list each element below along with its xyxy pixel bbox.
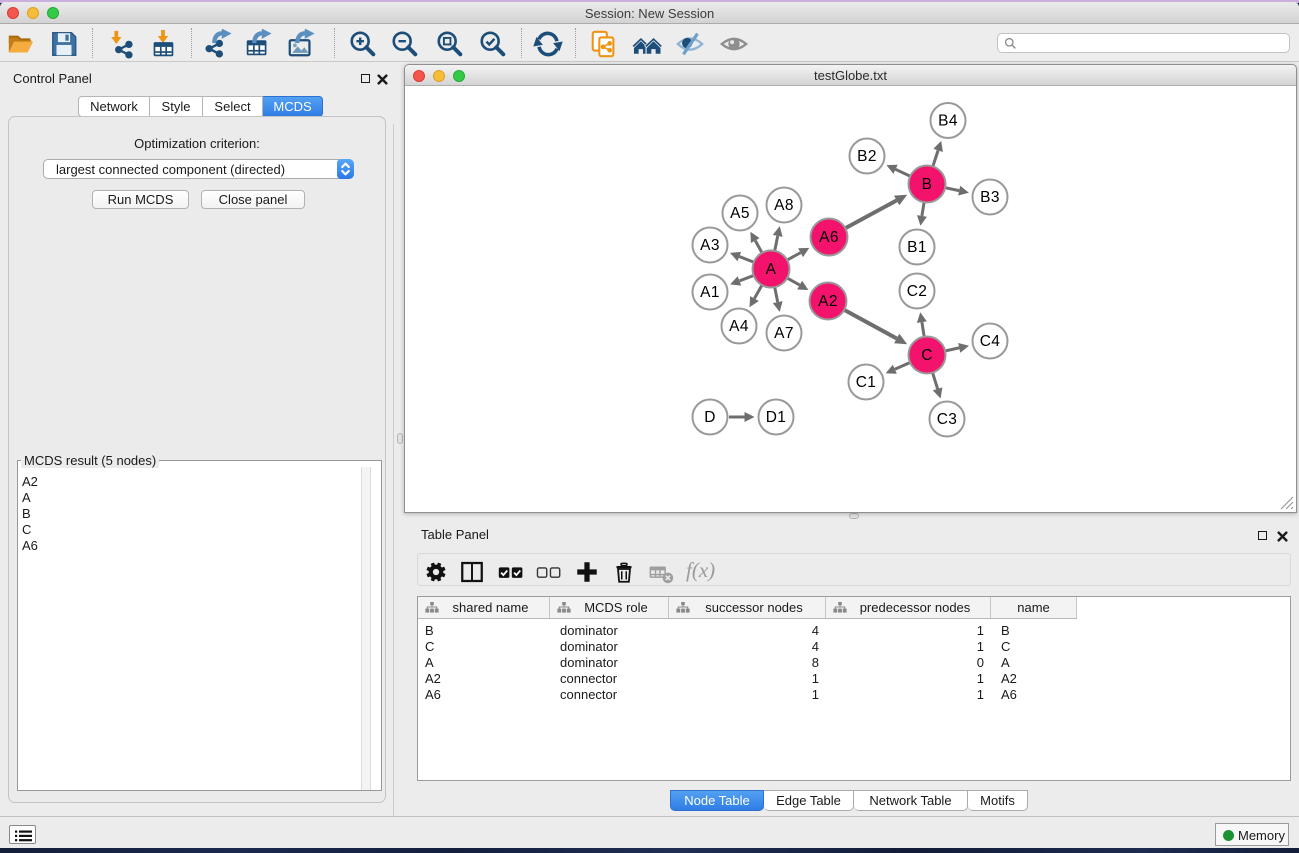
svg-text:D: D	[704, 409, 716, 426]
svg-text:A3: A3	[700, 237, 720, 254]
svg-text:C4: C4	[980, 333, 1001, 350]
svg-text:A5: A5	[730, 205, 750, 222]
svg-text:D1: D1	[766, 409, 787, 426]
svg-text:B2: B2	[857, 148, 877, 165]
svg-text:C1: C1	[856, 374, 877, 391]
svg-text:A1: A1	[700, 284, 720, 301]
svg-text:B1: B1	[907, 239, 927, 256]
svg-text:A7: A7	[774, 325, 794, 342]
svg-text:B4: B4	[938, 113, 958, 130]
svg-text:C2: C2	[907, 283, 928, 300]
svg-text:A8: A8	[774, 197, 794, 214]
svg-text:A6: A6	[819, 229, 839, 246]
svg-text:A2: A2	[818, 293, 838, 310]
svg-text:A4: A4	[729, 318, 749, 335]
svg-text:B: B	[922, 176, 933, 193]
svg-text:B3: B3	[980, 189, 1000, 206]
svg-text:C3: C3	[937, 411, 958, 428]
svg-text:C: C	[921, 347, 933, 364]
svg-text:A: A	[766, 261, 777, 278]
